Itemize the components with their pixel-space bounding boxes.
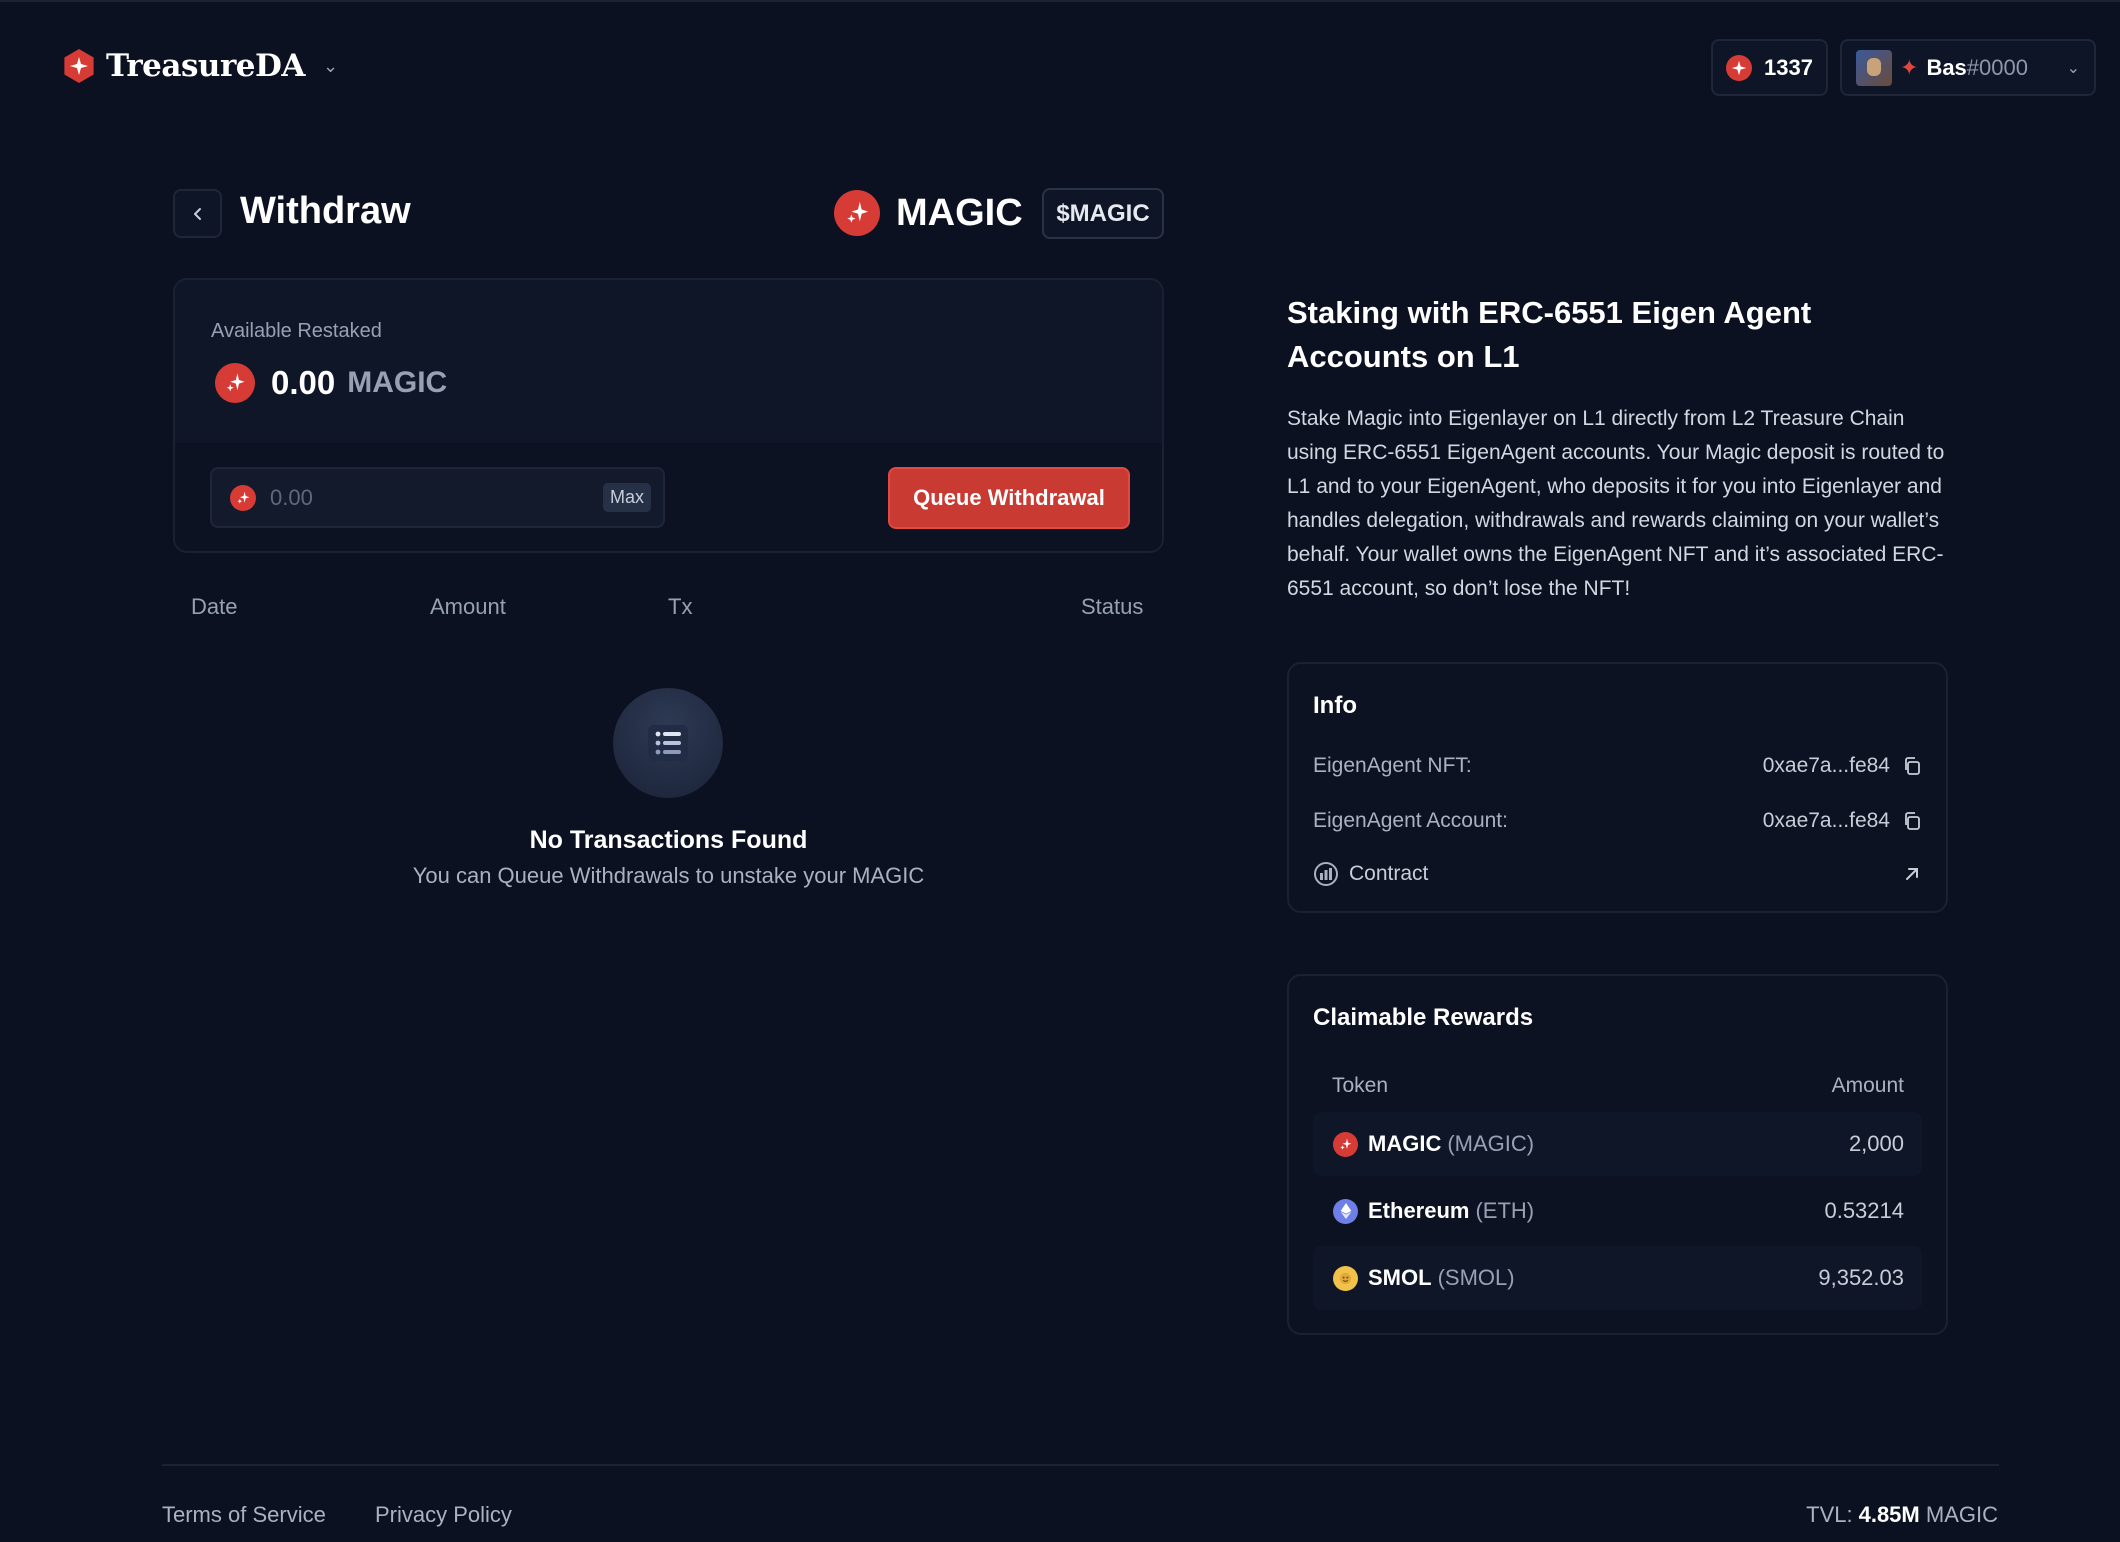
column-header-token: Token — [1332, 1074, 1389, 1097]
empty-list-icon — [613, 688, 723, 798]
eigenagent-account-label: EigenAgent Account: — [1313, 809, 1508, 832]
staking-info-description: Stake Magic into Eigenlayer on L1 direct… — [1287, 407, 1945, 600]
info-card: Info EigenAgent NFT: 0xae7a...fe84 Eigen… — [1287, 662, 1948, 913]
rewards-card-title: Claimable Rewards — [1313, 1004, 1534, 1031]
column-header-date[interactable]: Date — [191, 594, 237, 620]
header: TreasureDA ⌄ 1337 ✦ Bas #0000 ⌄ — [0, 0, 2120, 134]
token-ticker-badge: $MAGIC — [1042, 188, 1164, 239]
chevron-left-icon — [193, 207, 201, 220]
magic-coin-icon — [230, 484, 256, 511]
token-name: Ethereum — [1368, 1198, 1470, 1223]
copy-icon[interactable] — [1902, 811, 1922, 831]
magic-coin-icon — [1333, 1131, 1358, 1157]
token-name: SMOL — [1368, 1265, 1432, 1290]
magic-coin-icon — [215, 363, 255, 403]
chevron-down-icon: ⌄ — [322, 55, 339, 76]
brand-switcher[interactable]: TreasureDA ⌄ — [62, 48, 338, 84]
chevron-down-icon: ⌄ — [2066, 59, 2080, 77]
magic-coin-icon — [834, 190, 880, 236]
eigenagent-nft-address: 0xae7a...fe84 — [1762, 754, 1890, 777]
token-amount: 0.53214 — [1824, 1198, 1904, 1223]
available-unit: MAGIC — [347, 366, 448, 399]
tvl-readout: TVL: 4.85M MAGIC — [1806, 1502, 1998, 1528]
smol-coin-icon — [1333, 1265, 1358, 1291]
page-title: Withdraw — [240, 190, 411, 232]
external-link-icon — [1902, 864, 1922, 884]
eigenagent-account-address: 0xae7a...fe84 — [1762, 809, 1890, 832]
tvl-value: 4.85M — [1858, 1502, 1920, 1527]
terms-of-service-link[interactable]: Terms of Service — [162, 1502, 326, 1528]
eth-coin-icon — [1333, 1198, 1358, 1224]
explorer-icon — [1313, 861, 1339, 887]
token-symbol: (MAGIC) — [1447, 1131, 1535, 1156]
token-amount: 2,000 — [1848, 1131, 1904, 1156]
magic-balance: 1337 — [1764, 54, 1813, 80]
token-name: MAGIC — [896, 191, 1023, 234]
contract-link[interactable]: Contract — [1313, 861, 1922, 887]
eigenagent-nft-label: EigenAgent NFT: — [1313, 754, 1472, 777]
column-header-tx[interactable]: Tx — [668, 594, 692, 620]
queue-withdrawal-button[interactable]: Queue Withdrawal — [888, 467, 1130, 529]
copy-icon[interactable] — [1902, 756, 1922, 776]
tvl-unit: MAGIC — [1925, 1502, 1998, 1527]
magic-coin-icon — [1726, 54, 1753, 81]
column-header-amount[interactable]: Amount — [430, 594, 506, 620]
empty-state-title: No Transactions Found — [529, 826, 808, 854]
claimable-rewards-card: Claimable Rewards Token Amount MAGIC (MA… — [1287, 974, 1948, 1335]
eigenagent-nft-row: EigenAgent NFT: 0xae7a...fe84 — [1313, 754, 1922, 778]
user-menu[interactable]: ✦ Bas #0000 ⌄ — [1840, 39, 2096, 96]
column-header-amount: Amount — [1831, 1074, 1904, 1097]
privacy-policy-link[interactable]: Privacy Policy — [375, 1502, 512, 1528]
table-row[interactable]: Ethereum (ETH) 0.53214 — [1313, 1179, 1922, 1243]
table-row[interactable]: MAGIC (MAGIC) 2,000 — [1313, 1112, 1922, 1176]
available-label: Available Restaked — [211, 320, 382, 342]
token-header: MAGIC — [834, 190, 1023, 236]
back-button[interactable] — [173, 189, 222, 238]
user-tag: #0000 — [1966, 54, 2028, 80]
sparkle-icon: ✦ — [1900, 54, 1919, 80]
withdraw-card: Available Restaked 0.00 MAGIC Max Queue … — [173, 278, 1164, 553]
rewards-table-header: Token Amount — [1332, 1074, 1904, 1098]
withdraw-amount-field[interactable]: Max — [210, 467, 665, 528]
info-card-title: Info — [1313, 692, 1357, 719]
max-button[interactable]: Max — [602, 483, 651, 512]
magic-balance-pill[interactable]: 1337 — [1711, 39, 1828, 96]
footer-divider — [162, 1464, 1999, 1466]
token-symbol: (SMOL) — [1437, 1265, 1515, 1290]
treasure-logo-icon — [64, 49, 94, 83]
available-amount: 0.00 — [271, 364, 336, 401]
brand-name: TreasureDA — [106, 48, 305, 84]
contract-label: Contract — [1349, 862, 1429, 885]
eigenagent-account-row: EigenAgent Account: 0xae7a...fe84 — [1313, 809, 1922, 833]
token-symbol: (ETH) — [1475, 1198, 1535, 1223]
staking-info-title: Staking with ERC-6551 Eigen Agent Accoun… — [1287, 295, 1812, 374]
avatar — [1856, 49, 1892, 86]
user-name: Bas — [1926, 54, 1967, 80]
token-name: MAGIC — [1368, 1131, 1442, 1156]
empty-state-subtitle: You can Queue Withdrawals to unstake you… — [412, 863, 925, 888]
table-row[interactable]: SMOL (SMOL) 9,352.03 — [1313, 1246, 1922, 1310]
column-header-status[interactable]: Status — [1081, 594, 1143, 620]
tvl-label: TVL: — [1806, 1502, 1853, 1527]
withdraw-amount-input[interactable] — [270, 484, 589, 511]
token-amount: 9,352.03 — [1818, 1265, 1904, 1290]
